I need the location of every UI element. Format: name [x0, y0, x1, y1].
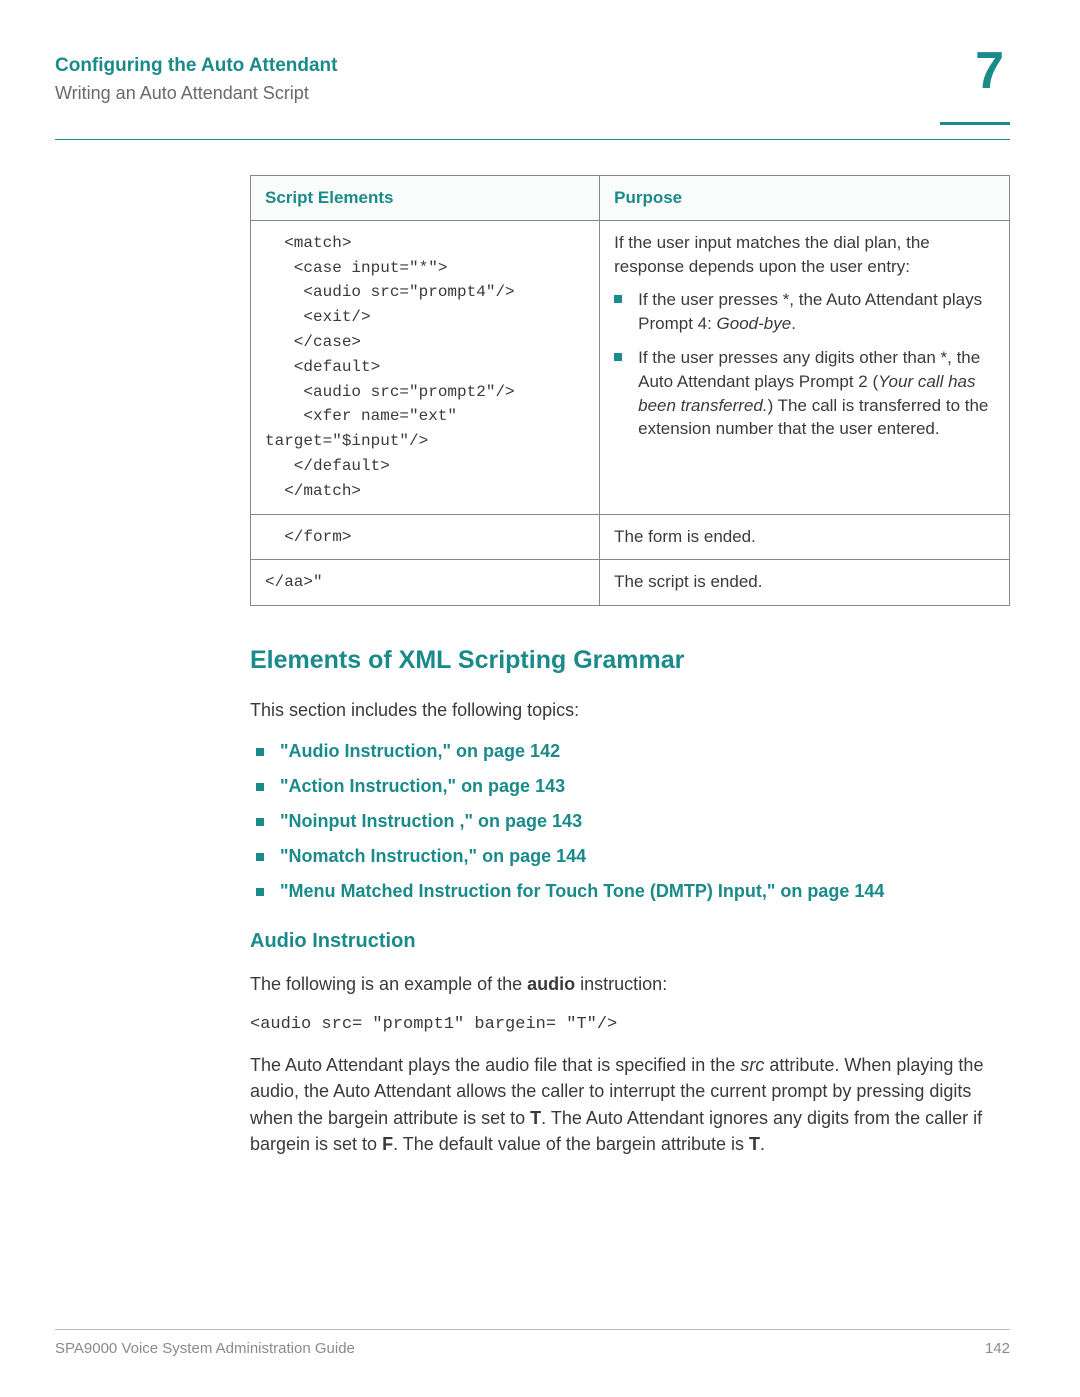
- topic-link[interactable]: "Nomatch Instruction," on page 144: [280, 846, 586, 866]
- page-footer: SPA9000 Voice System Administration Guid…: [55, 1329, 1010, 1357]
- topic-item: "Action Instruction," on page 143: [250, 776, 1010, 797]
- topic-item: "Menu Matched Instruction for Touch Tone…: [250, 881, 1010, 902]
- table-row: </aa>" The script is ended.: [251, 560, 1010, 606]
- text: .: [760, 1134, 765, 1154]
- bold-text: F: [382, 1134, 393, 1154]
- bullet-text: If the user presses *, the Auto Attendan…: [638, 290, 982, 333]
- purpose-cell: The script is ended.: [600, 560, 1010, 606]
- script-cell: </aa>": [251, 560, 600, 606]
- header-subtitle: Writing an Auto Attendant Script: [55, 83, 755, 104]
- script-cell: </form>: [251, 514, 600, 560]
- bullet-text: .: [791, 314, 796, 333]
- purpose-cell: If the user input matches the dial plan,…: [600, 220, 1010, 514]
- purpose-bullet: If the user presses *, the Auto Attendan…: [614, 288, 995, 336]
- bullet-italic: Good-bye: [717, 314, 792, 333]
- table-row: <match> <case input="*"> <audio src="pro…: [251, 220, 1010, 514]
- footer-page-number: 142: [985, 1340, 1010, 1357]
- topic-link[interactable]: "Action Instruction," on page 143: [280, 776, 565, 796]
- purpose-bullet-list: If the user presses *, the Auto Attendan…: [614, 288, 995, 441]
- subsection-intro: The following is an example of the audio…: [250, 971, 1010, 997]
- topic-item: "Nomatch Instruction," on page 144: [250, 846, 1010, 867]
- header-title: Configuring the Auto Attendant: [55, 55, 755, 77]
- subsection-paragraph: The Auto Attendant plays the audio file …: [250, 1052, 1010, 1156]
- text: The following is an example of the: [250, 974, 527, 994]
- code-example: <audio src= "prompt1" bargein= "T"/>: [250, 1015, 1010, 1034]
- script-cell: <match> <case input="*"> <audio src="pro…: [251, 220, 600, 514]
- table-header-script: Script Elements: [251, 176, 600, 221]
- purpose-intro: If the user input matches the dial plan,…: [614, 231, 995, 279]
- chapter-number-box: 7: [940, 45, 1010, 125]
- text: The Auto Attendant plays the audio file …: [250, 1055, 740, 1075]
- text: . The default value of the bargein attri…: [393, 1134, 749, 1154]
- topic-link[interactable]: "Audio Instruction," on page 142: [280, 741, 560, 761]
- purpose-bullet: If the user presses any digits other tha…: [614, 346, 995, 441]
- bold-text: T: [530, 1108, 541, 1128]
- chapter-number: 7: [975, 45, 1004, 97]
- bold-text: T: [749, 1134, 760, 1154]
- purpose-cell: The form is ended.: [600, 514, 1010, 560]
- italic-text: src: [740, 1055, 764, 1075]
- topic-link[interactable]: "Noinput Instruction ," on page 143: [280, 811, 582, 831]
- header-text-block: Configuring the Auto Attendant Writing a…: [55, 55, 755, 104]
- table-header-purpose: Purpose: [600, 176, 1010, 221]
- text: instruction:: [575, 974, 667, 994]
- section-intro: This section includes the following topi…: [250, 697, 1010, 723]
- section-heading: Elements of XML Scripting Grammar: [250, 646, 1010, 675]
- footer-left: SPA9000 Voice System Administration Guid…: [55, 1340, 355, 1357]
- topic-list: "Audio Instruction," on page 142 "Action…: [250, 741, 1010, 902]
- topic-item: "Noinput Instruction ," on page 143: [250, 811, 1010, 832]
- subsection-heading: Audio Instruction: [250, 930, 1010, 953]
- page-header: Configuring the Auto Attendant Writing a…: [55, 55, 1010, 140]
- bold-text: audio: [527, 974, 575, 994]
- topic-item: "Audio Instruction," on page 142: [250, 741, 1010, 762]
- topic-link[interactable]: "Menu Matched Instruction for Touch Tone…: [280, 881, 884, 901]
- table-row: </form> The form is ended.: [251, 514, 1010, 560]
- script-elements-table: Script Elements Purpose <match> <case in…: [250, 175, 1010, 606]
- main-content: Script Elements Purpose <match> <case in…: [250, 175, 1010, 1157]
